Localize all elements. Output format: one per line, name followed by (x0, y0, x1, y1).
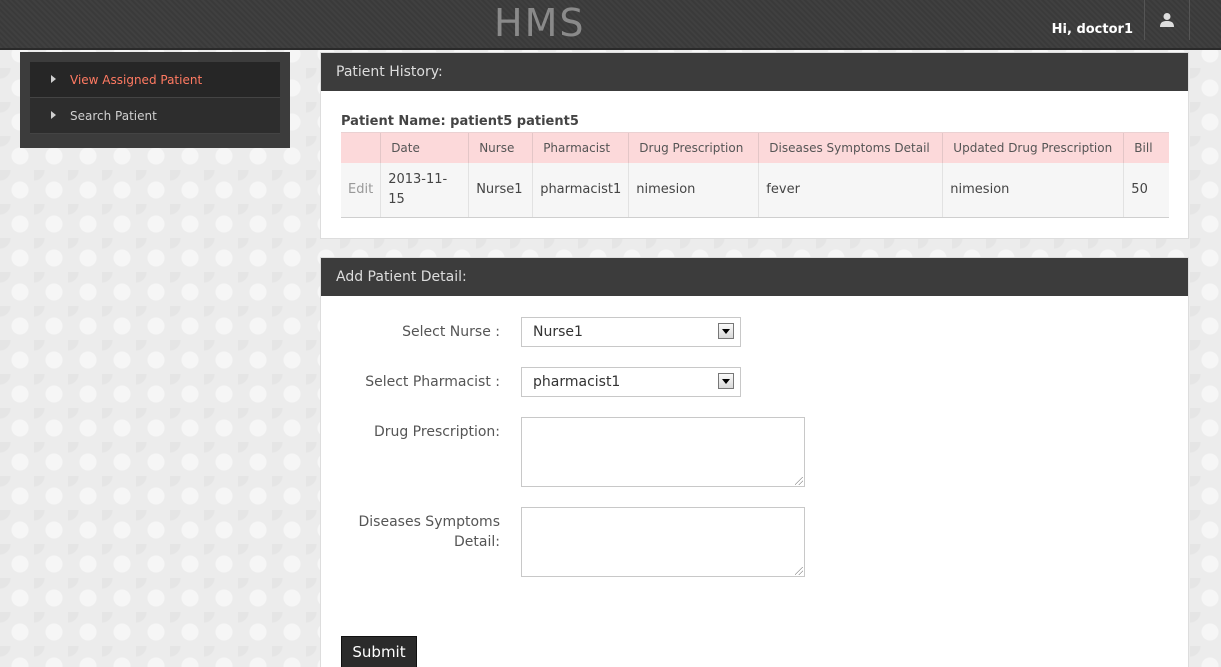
pharmacist-select-value: pharmacist1 (533, 374, 621, 390)
caret-right-icon (51, 75, 56, 83)
column-header: Diseases Symptoms Detail (758, 132, 943, 163)
resize-grip-icon[interactable] (795, 567, 803, 575)
edit-link[interactable]: Edit (341, 163, 381, 218)
nurse-select-value: Nurse1 (533, 324, 583, 340)
sidebar-item-label: Search Patient (70, 109, 157, 123)
patient-name: Patient Name: patient5 patient5 (341, 114, 579, 129)
drug-prescription-label: Drug Prescription: (373, 424, 500, 440)
column-header: Drug Prescription (628, 132, 759, 163)
nurse-select[interactable]: Nurse1 (521, 317, 741, 347)
sidebar-item-search-patient[interactable]: Search Patient (30, 98, 280, 134)
symptoms-label-line2: Detail: (454, 534, 500, 550)
sidebar-item-view-assigned-patient[interactable]: View Assigned Patient (30, 62, 280, 98)
cell-pharmacist: pharmacist1 (532, 163, 629, 218)
user-menu-button[interactable] (1144, 0, 1190, 40)
user-greeting: Hi, doctor1 (1051, 22, 1133, 37)
submit-button[interactable]: Submit (341, 636, 417, 667)
sidebar: View Assigned Patient Search Patient (20, 52, 290, 148)
cell-symptoms: fever (758, 163, 943, 218)
column-header: Date (380, 132, 469, 163)
cell-bill: 50 (1123, 163, 1169, 218)
cell-updated-drug: nimesion (942, 163, 1124, 218)
sidebar-item-label: View Assigned Patient (70, 73, 203, 87)
user-icon (1160, 13, 1174, 27)
cell-drug-prescription: nimesion (628, 163, 759, 218)
pharmacist-select[interactable]: pharmacist1 (521, 367, 741, 397)
caret-right-icon (51, 111, 56, 119)
brand-logo[interactable]: HMS (494, 0, 585, 46)
table-header-row: Date Nurse Pharmacist Drug Prescription … (341, 132, 1169, 163)
chevron-down-icon[interactable] (718, 323, 734, 339)
select-nurse-label: Select Nurse : (402, 324, 500, 340)
table-row: Edit 2013-11-15 Nurse1 pharmacist1 nimes… (341, 163, 1169, 218)
cell-date: 2013-11-15 (380, 163, 469, 218)
chevron-down-icon[interactable] (718, 373, 734, 389)
column-header (341, 132, 381, 163)
column-header: Nurse (468, 132, 533, 163)
history-table: Date Nurse Pharmacist Drug Prescription … (341, 132, 1169, 218)
add-patient-detail-panel: Add Patient Detail: Select Nurse : Nurse… (320, 257, 1189, 667)
cell-nurse: Nurse1 (468, 163, 533, 218)
column-header: Updated Drug Prescription (942, 132, 1124, 163)
resize-grip-icon[interactable] (795, 477, 803, 485)
panel-title: Add Patient Detail: (321, 258, 1188, 296)
top-navbar: HMS Hi, doctor1 (0, 0, 1221, 50)
column-header: Pharmacist (532, 132, 629, 163)
patient-history-panel: Patient History: Patient Name: patient5 … (320, 52, 1189, 239)
symptoms-textarea[interactable] (521, 507, 805, 577)
panel-title: Patient History: (321, 53, 1188, 91)
symptoms-label-line1: Diseases Symptoms (358, 514, 501, 530)
select-pharmacist-label: Select Pharmacist : (365, 374, 500, 390)
column-header: Bill (1123, 132, 1169, 163)
drug-prescription-textarea[interactable] (521, 417, 805, 487)
symptoms-label: Diseases Symptoms Detail: (359, 512, 501, 552)
